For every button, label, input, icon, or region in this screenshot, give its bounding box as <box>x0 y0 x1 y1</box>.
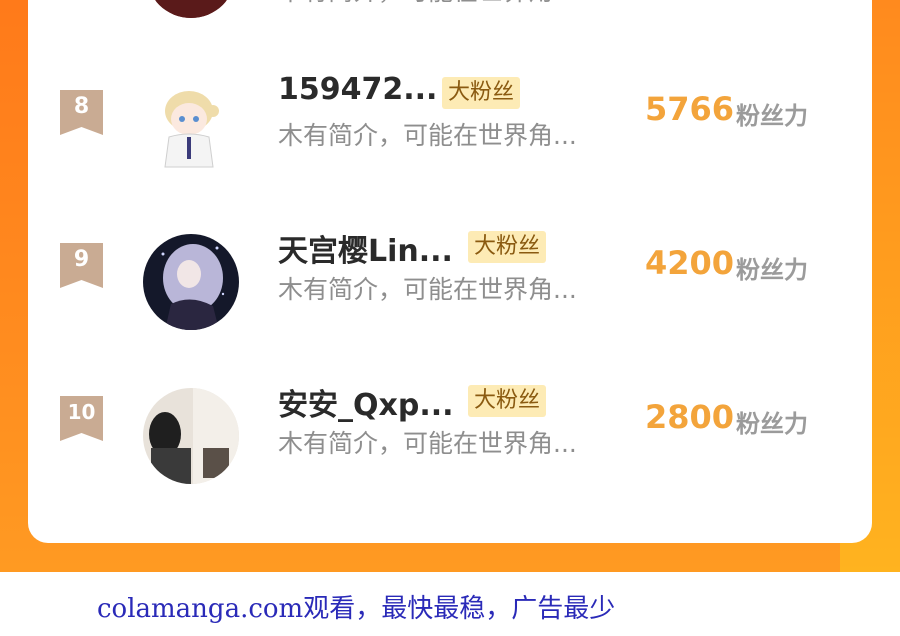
rank-ribbon: 8 <box>60 90 103 135</box>
fan-score-unit: 粉丝力 <box>736 102 808 130</box>
fan-name[interactable]: 安安_Qxp... <box>278 380 454 424</box>
fan-row[interactable]: 8 159472... 大粉丝 木有简介，可能在世界角... 5766 粉丝力 <box>28 72 872 184</box>
rank-ribbon: 10 <box>60 396 103 441</box>
fan-level-badge: 大粉丝 <box>468 385 547 417</box>
avatar[interactable] <box>143 234 239 330</box>
fan-score: 2800 <box>645 398 735 436</box>
avatar[interactable] <box>143 388 239 484</box>
fan-ranking-card: 木有简介，可能在世界角... 8 159472... 大粉丝 木有简介，可能在世… <box>28 0 872 543</box>
fan-name[interactable]: 天宫樱Lin... <box>278 226 453 270</box>
site-footer-text: colamanga.com观看，最快最稳，广告最少 <box>97 594 616 624</box>
fan-row[interactable]: 10 安安_Qxp... 大粉丝 木有简介，可能在世界角... 2800 粉丝力 <box>28 382 872 492</box>
avatar[interactable] <box>146 0 236 18</box>
rank-number: 9 <box>73 247 90 272</box>
fan-bio: 木有简介，可能在世界角... <box>278 275 577 304</box>
fan-level-badge: 大粉丝 <box>442 77 521 109</box>
fan-score: 5766 <box>645 90 735 128</box>
fan-score-unit: 粉丝力 <box>736 256 808 284</box>
fan-score: 4200 <box>645 244 735 282</box>
fan-bio: 木有简介，可能在世界角... <box>278 429 577 458</box>
rank-number: 8 <box>73 94 90 119</box>
rank-number: 10 <box>67 400 96 424</box>
avatar[interactable] <box>143 81 239 177</box>
fan-bio: 木有简介，可能在世界角... <box>278 0 577 8</box>
fan-level-badge: 大粉丝 <box>468 231 547 263</box>
fan-score-unit: 粉丝力 <box>736 410 808 438</box>
fan-row[interactable]: 9 天宫樱Lin... 大粉丝 木有简介，可能在世界角... 4200 粉丝力 <box>28 228 872 338</box>
rank-ribbon: 9 <box>60 243 103 288</box>
fan-bio: 木有简介，可能在世界角... <box>278 121 577 150</box>
fan-name[interactable]: 159472... <box>278 72 437 107</box>
